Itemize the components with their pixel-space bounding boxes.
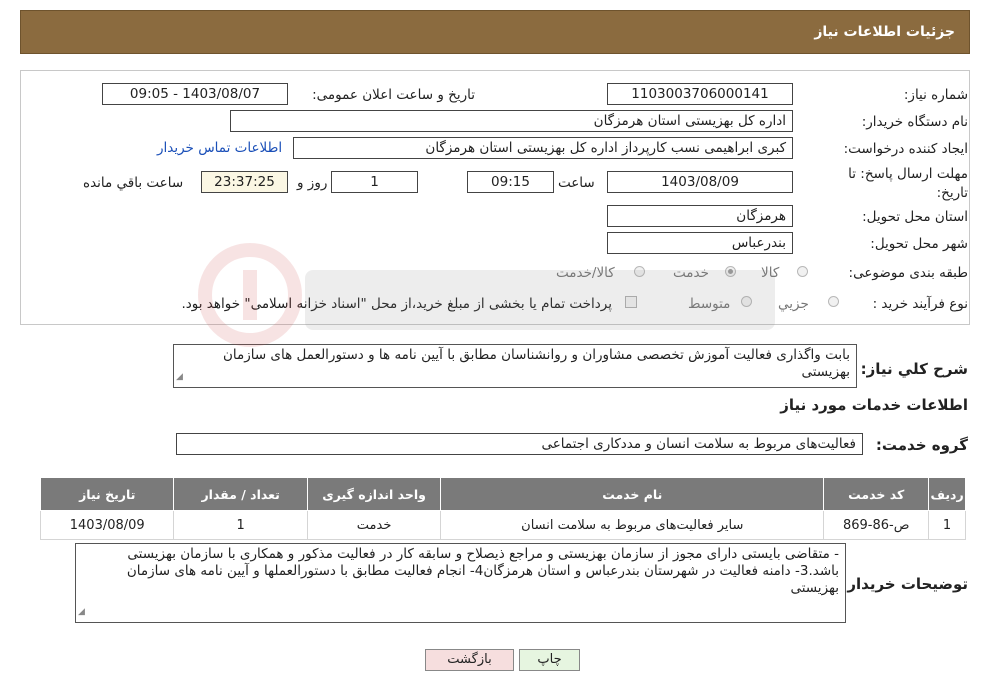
buyer-notes-label: توضيحات خريدار: [841, 575, 968, 593]
remaining-time-label: ساعت باقي مانده [83, 175, 184, 191]
purchase-medium-radio[interactable] [741, 296, 752, 307]
city-field: بندرعباس [607, 232, 793, 254]
buyer-notes-field: - متقاضی بایستی دارای مجوز از سازمان بهز… [75, 543, 846, 623]
creator-label: ایجاد کننده درخواست: [843, 141, 968, 157]
services-title: اطلاعات خدمات مورد نياز [780, 396, 968, 414]
buyer-org-label: نام دستگاه خریدار: [861, 114, 968, 130]
category-goods-service-radio[interactable] [634, 266, 645, 277]
cell-name: سایر فعالیت‌های مربوط به سلامت انسان [440, 510, 825, 540]
col-row-header: رديف [928, 477, 966, 511]
cell-code: ص-86-869 [823, 510, 930, 540]
col-name-header: نام خدمت [440, 477, 825, 511]
deadline-days-label: روز و [297, 175, 328, 191]
col-qty-header: تعداد / مقدار [173, 477, 308, 511]
category-goods-label: کالا [761, 265, 780, 281]
purchase-type-label: نوع فرآیند خرید : [872, 296, 968, 312]
need-number-label: شماره نیاز: [903, 87, 968, 103]
summary-field: بابت واگذاری فعالیت آموزش تخصصی مشاوران … [173, 344, 857, 388]
services-table: رديف کد خدمت نام خدمت واحد اندازه گیری ت… [39, 477, 966, 540]
deadline-time-field: 09:15 [467, 171, 554, 193]
service-group-label: گروه خدمت: [875, 436, 968, 454]
col-code-header: کد خدمت [823, 477, 930, 511]
purchase-medium-label: متوسط [688, 296, 731, 312]
category-service-radio[interactable] [725, 266, 736, 277]
page-title: جزئیات اطلاعات نیاز [814, 24, 955, 40]
category-goods-radio[interactable] [797, 266, 808, 277]
service-group-field: فعالیت‌های مربوط به سلامت انسان و مددکار… [176, 433, 863, 455]
cell-unit: خدمت [306, 510, 442, 540]
resize-handle-icon[interactable]: ◢ [176, 369, 183, 386]
cell-qty: 1 [173, 510, 308, 540]
resize-handle-icon[interactable]: ◢ [78, 604, 85, 621]
page-header: جزئیات اطلاعات نیاز [20, 10, 970, 54]
buyer-notes-text: - متقاضی بایستی دارای مجوز از سازمان بهز… [126, 546, 839, 596]
category-label: طبقه بندی موضوعی: [848, 265, 968, 281]
province-label: استان محل تحویل: [862, 209, 968, 225]
category-goods-service-label: کالا/خدمت [556, 265, 615, 281]
deadline-label: مهلت ارسال پاسخ: تا تاریخ: [848, 166, 968, 201]
col-date-header: تاریخ نیاز [39, 477, 175, 511]
purchase-small-label: جزیي [778, 296, 809, 312]
buyer-org-field: اداره کل بهزیستی استان هرمزگان [230, 110, 793, 132]
cell-date: 1403/08/09 [39, 510, 175, 540]
deadline-time-label: ساعت [558, 175, 595, 191]
col-unit-header: واحد اندازه گیری [306, 477, 442, 511]
table-row: 1 ص-86-869 سایر فعالیت‌های مربوط به سلام… [39, 510, 966, 540]
city-label: شهر محل تحویل: [870, 236, 968, 252]
summary-label: شرح کلي نياز: [860, 360, 968, 378]
cell-row: 1 [928, 510, 966, 540]
need-number-field: 1103003706000141 [607, 83, 793, 105]
summary-text: بابت واگذاری فعالیت آموزش تخصصی مشاوران … [222, 347, 850, 380]
buyer-contact-link[interactable]: اطلاعات تماس خریدار [157, 140, 282, 156]
print-button[interactable]: چاپ [519, 649, 580, 671]
category-service-label: خدمت [673, 265, 709, 281]
table-header-row: رديف کد خدمت نام خدمت واحد اندازه گیری ت… [39, 477, 966, 511]
treasury-checkbox[interactable] [625, 296, 637, 308]
announce-label: تاریخ و ساعت اعلان عمومی: [312, 87, 475, 103]
deadline-date-field: 1403/08/09 [607, 171, 793, 193]
treasury-note: پرداخت تمام یا بخشی از مبلغ خرید،از محل … [181, 296, 612, 312]
back-button[interactable]: بازگشت [425, 649, 514, 671]
deadline-days-field: 1 [331, 171, 418, 193]
announce-field: 1403/08/07 - 09:05 [102, 83, 288, 105]
province-field: هرمزگان [607, 205, 793, 227]
purchase-small-radio[interactable] [828, 296, 839, 307]
remaining-time-field: 23:37:25 [201, 171, 288, 193]
creator-field: کبری ابراهیمی نسب کارپرداز اداره کل بهزی… [293, 137, 793, 159]
